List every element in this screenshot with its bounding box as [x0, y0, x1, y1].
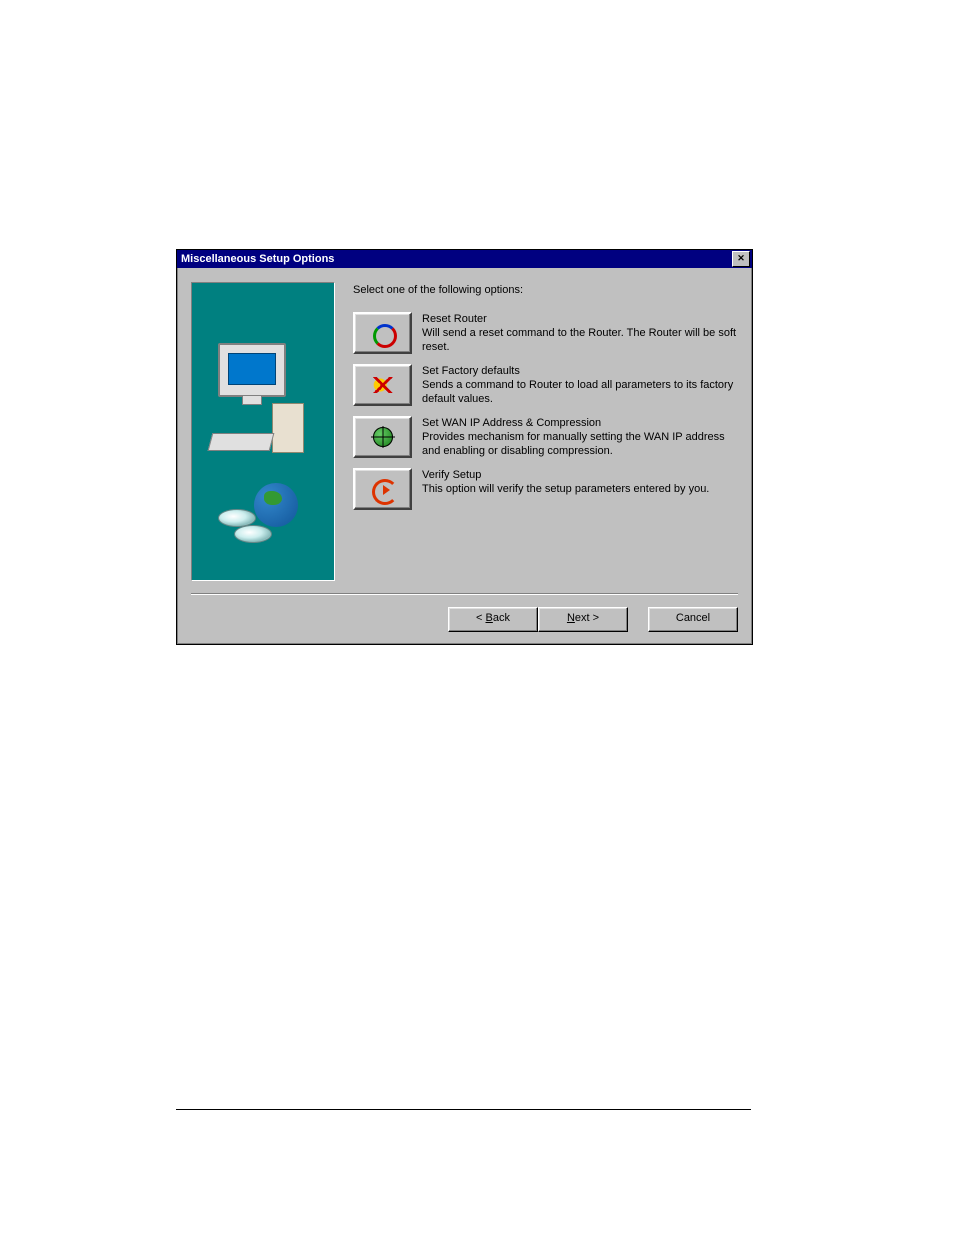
explosion-icon — [369, 374, 397, 396]
option-desc: Provides mechanism for manually setting … — [422, 430, 738, 458]
titlebar: Miscellaneous Setup Options ✕ — [177, 250, 752, 268]
wizard-button-row: < Back Next > Cancel — [191, 607, 738, 632]
option-reset-router: Reset Router Will send a reset command t… — [353, 312, 738, 354]
options-panel: Select one of the following options: Res… — [335, 282, 738, 581]
computer-monitor-icon — [218, 343, 286, 397]
option-title: Set Factory defaults — [422, 364, 738, 378]
option-title: Set WAN IP Address & Compression — [422, 416, 738, 430]
page-footer-rule — [176, 1109, 751, 1110]
option-text: Set WAN IP Address & Compression Provide… — [422, 416, 738, 458]
option-desc: Will send a reset command to the Router.… — [422, 326, 738, 354]
option-factory-defaults: Set Factory defaults Sends a command to … — [353, 364, 738, 406]
dialog-title: Miscellaneous Setup Options — [181, 250, 334, 268]
wizard-side-image — [191, 282, 335, 581]
dialog-window: Miscellaneous Setup Options ✕ Select one… — [176, 249, 753, 645]
cd-icon — [234, 525, 272, 543]
option-desc: This option will verify the setup parame… — [422, 482, 738, 496]
option-text: Set Factory defaults Sends a command to … — [422, 364, 738, 406]
verify-setup-button[interactable] — [353, 468, 412, 510]
next-mnemonic: N — [567, 612, 575, 624]
monitor-stand-icon — [242, 395, 262, 405]
dialog-content: Select one of the following options: Res… — [177, 268, 752, 644]
back-mnemonic: B — [486, 612, 493, 624]
reset-icon — [369, 322, 397, 344]
option-wan-ip: Set WAN IP Address & Compression Provide… — [353, 416, 738, 458]
option-title: Verify Setup — [422, 468, 738, 482]
cancel-button[interactable]: Cancel — [648, 607, 738, 632]
factory-defaults-button[interactable] — [353, 364, 412, 406]
globe-icon — [254, 483, 298, 527]
separator — [191, 593, 738, 595]
computer-tower-icon — [272, 403, 304, 453]
keyboard-icon — [208, 433, 275, 451]
option-title: Reset Router — [422, 312, 738, 326]
option-text: Reset Router Will send a reset command t… — [422, 312, 738, 354]
reset-router-button[interactable] — [353, 312, 412, 354]
back-button[interactable]: < Back — [448, 607, 538, 632]
option-desc: Sends a command to Router to load all pa… — [422, 378, 738, 406]
next-label-rest: ext > — [575, 612, 599, 624]
next-button[interactable]: Next > — [538, 607, 628, 632]
back-chevron: < — [476, 612, 485, 624]
prompt-text: Select one of the following options: — [353, 284, 738, 296]
wan-ip-button[interactable] — [353, 416, 412, 458]
option-verify-setup: Verify Setup This option will verify the… — [353, 468, 738, 510]
refresh-arrow-icon — [369, 478, 397, 500]
globe-network-icon — [369, 426, 397, 448]
back-label-rest: ack — [493, 612, 510, 624]
option-text: Verify Setup This option will verify the… — [422, 468, 738, 496]
close-button[interactable]: ✕ — [732, 251, 750, 267]
